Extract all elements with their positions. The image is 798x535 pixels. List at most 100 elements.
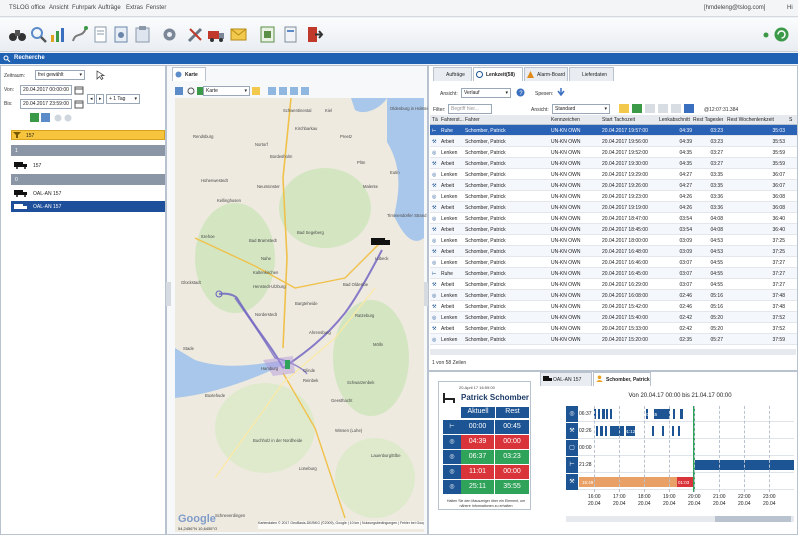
table-row[interactable]: ◎ Lenken Schomber, Patrick UN-KN OWN 20.04.2… [430, 290, 797, 301]
ansicht-select[interactable]: Verlauf ▾ [461, 88, 511, 98]
map-mode-select[interactable]: Karte ▾ [203, 86, 250, 96]
calendar-icon[interactable] [74, 99, 84, 109]
table-row[interactable]: ◎ Lenken Schomber, Patrick UN-KN OWN 20.04.2… [430, 312, 797, 323]
tree-vehicle-157[interactable]: 157 [11, 160, 165, 171]
table-row[interactable]: ⚒ Arbeit Schomber, Patrick UN-KN OWN 20.04.2… [430, 136, 797, 147]
truck-tools-icon[interactable] [207, 25, 226, 44]
column-header[interactable]: Fahrer [465, 117, 549, 123]
filter-input[interactable]: Begriff hier... [448, 104, 492, 114]
timeline-chart[interactable]: ◎06:37⚒02:26▢00:00⊢21:28⚒89:1000:4501:12… [566, 406, 794, 511]
column-header[interactable]: Tä [432, 117, 440, 123]
table-row[interactable]: ⚒ Arbeit Schomber, Patrick UN-KN OWN 20.04.2… [430, 323, 797, 334]
table-cell: Schomber, Patrick [465, 337, 506, 343]
download-icon[interactable] [557, 88, 565, 97]
tree-vehicle-oal-an-157[interactable]: OAL-AN 157 [11, 188, 165, 199]
envelope-icon[interactable] [229, 25, 248, 44]
table-cell: 35:59 [772, 150, 785, 156]
map-labels: Schwentinental Kiel Kirchbarkau Preetz Plön O… [175, 98, 430, 532]
menu-fuhrpark[interactable]: Fuhrpark [72, 5, 96, 11]
calendar-icon[interactable] [74, 85, 84, 95]
timeline-tick-date: 20.04 [763, 501, 776, 507]
grid-tools[interactable] [613, 103, 701, 114]
column-header[interactable]: Lenkabschnitt [659, 117, 692, 123]
tab-lieferdaten[interactable]: Lieferdaten [569, 67, 614, 81]
table-row[interactable]: ⚒ Arbeit Schomber, Patrick UN-KN OWN 20.04.2… [430, 301, 797, 312]
bis-input[interactable]: 20.04.2017 23:59:00 [20, 99, 72, 109]
timeline-bar[interactable] [652, 426, 654, 436]
info-icon[interactable]: ? [516, 88, 525, 97]
report-icon[interactable] [112, 25, 131, 44]
horizontal-scrollbar[interactable] [430, 349, 796, 355]
column-header[interactable]: Start Tachozeit [602, 117, 657, 123]
tree-group-0[interactable]: 0 [11, 174, 165, 185]
timeline-bar[interactable] [680, 409, 683, 419]
timeline-scroll-thumb[interactable] [715, 516, 791, 522]
map-place-label: Lauenburg/Elbe [371, 453, 401, 458]
timeline-bar[interactable] [596, 426, 598, 436]
search-tag[interactable]: 157 [11, 130, 165, 140]
clipboard-icon[interactable] [133, 25, 152, 44]
table-row[interactable]: ◎ Lenken Schomber, Patrick UN-KN OWN 20.04.2… [430, 147, 797, 158]
binoculars-icon[interactable] [8, 25, 27, 44]
von-input[interactable]: 20.04.2017 00:00:00 [20, 85, 72, 95]
timeline-bar[interactable] [610, 409, 612, 419]
table-row[interactable]: ⚒ Arbeit Schomber, Patrick UN-KN OWN 20.04.2… [430, 279, 797, 290]
next-day-button[interactable]: ▸ [96, 94, 104, 104]
zeitraum-select[interactable]: frei gewählt ▾ [35, 70, 85, 80]
timeline-bar[interactable] [600, 426, 603, 436]
tab-auftraege[interactable]: Aufträge [433, 67, 472, 81]
menu-fenster[interactable]: Fenster [146, 5, 166, 11]
export-icon[interactable] [258, 25, 277, 44]
table-row[interactable]: ⚒ Arbeit Schomber, Patrick UN-KN OWN 20.04.2… [430, 246, 797, 257]
timeline-bar[interactable] [605, 426, 607, 436]
logout-icon[interactable] [305, 25, 324, 44]
view-select[interactable]: Standard ▾ [552, 104, 610, 114]
driver-card: 20.April 17 16:59:00 Patrick Schomber Ak… [438, 381, 531, 510]
table-row[interactable]: ⊢ Ruhe Schomber, Patrick UN-KN OWN 20.04.201… [430, 268, 797, 279]
document-icon[interactable] [91, 25, 110, 44]
route-icon[interactable] [70, 25, 89, 44]
step-select[interactable]: + 1 Tag ▾ [106, 94, 140, 104]
table-row[interactable]: ◎ Lenken Schomber, Patrick UN-KN OWN 20.04.2… [430, 257, 797, 268]
timeline-bar[interactable] [662, 426, 664, 436]
table-cell: Schomber, Patrick [465, 194, 506, 200]
timeline-bar[interactable] [672, 426, 674, 436]
table-row[interactable]: ◎ Lenken Schomber, Patrick UN-KN OWN 20.04.2… [430, 169, 797, 180]
search-icon[interactable] [29, 25, 48, 44]
prev-day-button[interactable]: ◂ [87, 94, 95, 104]
table-row[interactable]: ◎ Lenken Schomber, Patrick UN-KN OWN 20.04.2… [430, 334, 797, 345]
timeline-bar[interactable] [606, 409, 608, 419]
tree-group-1[interactable]: 1 [11, 145, 165, 156]
table-row[interactable]: ◎ Lenken Schomber, Patrick UN-KN OWN 20.04.2… [430, 235, 797, 246]
timeline-bar[interactable] [678, 426, 680, 436]
column-header[interactable]: Rest Tageslen... [693, 117, 723, 123]
timeline-bar[interactable] [598, 409, 600, 419]
column-header[interactable]: Kennzeichen [551, 117, 601, 123]
table-row[interactable]: ⚒ Arbeit Schomber, Patrick UN-KN OWN 20.04.2… [430, 202, 797, 213]
settings-icon[interactable] [160, 25, 179, 44]
table-row[interactable]: ⊢ Ruhe Schomber, Patrick UN-KN OWN 20.04.201… [430, 125, 797, 136]
tools-icon[interactable] [186, 25, 205, 44]
document-icon-2[interactable] [281, 25, 300, 44]
table-row[interactable]: ⚒ Arbeit Schomber, Patrick UN-KN OWN 20.04.2… [430, 224, 797, 235]
help-menu[interactable]: Hi [787, 5, 793, 11]
table-row[interactable]: ⚒ Arbeit Schomber, Patrick UN-KN OWN 20.04.2… [430, 180, 797, 191]
truck-icon [14, 203, 28, 211]
timeline-bar[interactable] [610, 426, 624, 436]
column-header[interactable]: Rest Wochenlenkzeit [727, 117, 785, 123]
table-row[interactable]: ⚒ Arbeit Schomber, Patrick UN-KN OWN 20.04.2… [430, 158, 797, 169]
refresh-icon[interactable] [772, 25, 791, 44]
chart-icon[interactable] [49, 25, 68, 44]
menu-ansicht[interactable]: Ansicht [49, 5, 69, 11]
table-row[interactable]: ◎ Lenken Schomber, Patrick UN-KN OWN 20.04.2… [430, 213, 797, 224]
splitter-handle[interactable] [166, 282, 171, 306]
menu-auftraege[interactable]: Aufträge [98, 5, 121, 11]
column-header[interactable]: S [789, 117, 797, 123]
tree-driver-oal-an-157[interactable]: OAL-AN 157 [11, 201, 165, 212]
table-row[interactable]: ◎ Lenken Schomber, Patrick UN-KN OWN 20.04.2… [430, 191, 797, 202]
timeline-row-value: 00:00 [579, 445, 592, 451]
timeline-bar[interactable] [673, 409, 675, 419]
menu-extras[interactable]: Extras [126, 5, 143, 11]
table-cell: UN-KN OWN [551, 183, 581, 189]
timeline-bar[interactable] [602, 409, 605, 419]
